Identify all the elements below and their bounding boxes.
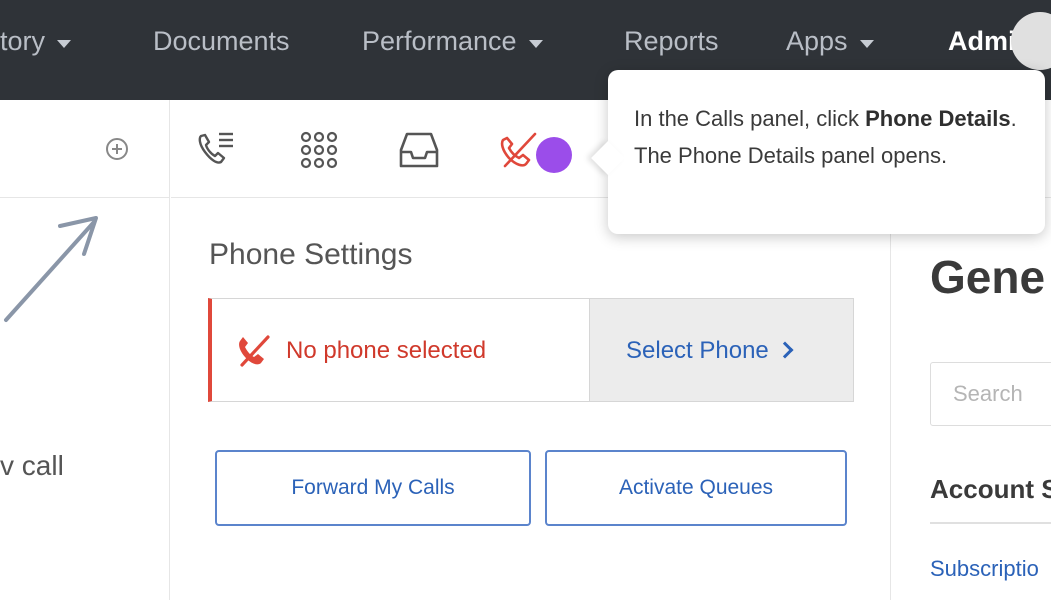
nav-item-label: tory: [0, 26, 46, 56]
no-phone-status: No phone selected: [286, 337, 487, 364]
left-panel-header: [0, 100, 170, 198]
nav-item-reports[interactable]: Reports: [624, 26, 719, 57]
tooltip-text-part: In the Calls panel, click: [634, 106, 866, 131]
phone-list-icon[interactable]: [195, 130, 239, 170]
select-phone-label: Select Phone: [626, 337, 769, 364]
section-divider: [930, 522, 1051, 524]
nav-item-performance[interactable]: Performance: [362, 26, 543, 57]
search-placeholder: Search: [953, 381, 1023, 406]
tutorial-tooltip: In the Calls panel, click Phone Details.…: [591, 70, 1045, 234]
nav-item-apps[interactable]: Apps: [786, 26, 874, 57]
nav-item-documents[interactable]: Documents: [153, 26, 290, 57]
caret-down-icon: [57, 39, 72, 48]
phone-status-panel: No phone selected Select Phone: [208, 298, 854, 402]
inbox-icon[interactable]: [397, 130, 441, 170]
left-panel: v call: [0, 100, 170, 600]
activate-queues-button[interactable]: Activate Queues: [545, 450, 847, 526]
add-circle-icon[interactable]: [106, 138, 128, 160]
dialpad-icon[interactable]: [299, 130, 339, 170]
phone-settings-title: Phone Settings: [209, 238, 413, 271]
select-phone-link[interactable]: Select Phone: [626, 337, 794, 365]
click-indicator-dot: [536, 137, 572, 173]
tooltip-bold-text: Phone Details: [865, 106, 1011, 131]
nav-item-label: Reports: [624, 26, 719, 56]
account-section-title: Account S: [930, 474, 1051, 504]
no-phone-icon: [239, 335, 270, 367]
tooltip-text: In the Calls panel, click Phone Details.…: [634, 100, 1019, 174]
chevron-right-icon: [776, 341, 794, 359]
nav-item-label: Documents: [153, 26, 290, 56]
phone-disconnected-icon[interactable]: [497, 130, 541, 170]
nav-item-label: Performance: [362, 26, 517, 56]
nav-item-tory[interactable]: tory: [0, 26, 72, 57]
forward-my-calls-button[interactable]: Forward My Calls: [215, 450, 531, 526]
select-phone-area[interactable]: Select Phone: [589, 299, 853, 401]
caret-down-icon: [859, 39, 874, 48]
nav-item-label: Apps: [786, 26, 848, 56]
new-call-partial-text: v call: [0, 450, 64, 481]
subscriptions-link[interactable]: Subscriptio: [930, 556, 1039, 582]
caret-down-icon: [528, 39, 543, 48]
arrow-graphic-icon: [4, 216, 98, 322]
avatar[interactable]: [1011, 12, 1051, 70]
right-panel-title: Gene: [930, 251, 1046, 303]
search-input[interactable]: Search: [930, 362, 1051, 426]
panel-divider: [890, 198, 891, 600]
